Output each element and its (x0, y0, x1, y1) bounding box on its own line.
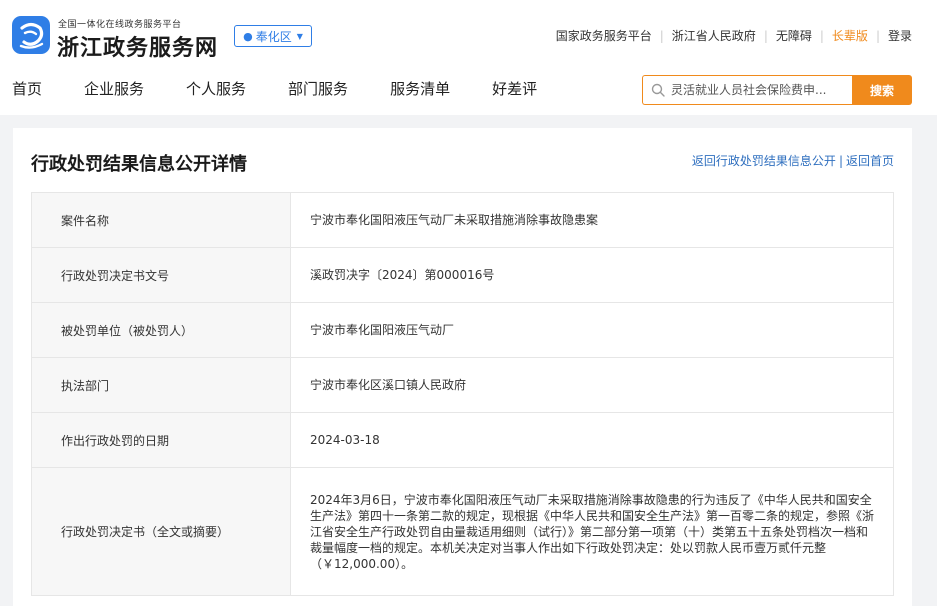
page-title: 行政处罚结果信息公开详情 (31, 154, 247, 175)
detail-card: 行政处罚结果信息公开详情 返回行政处罚结果信息公开 | 返回首页 案件名称 宁波市奉… (13, 128, 912, 606)
table-row: 被处罚单位（被处罚人） 宁波市奉化国阳液压气动厂 (31, 302, 894, 358)
return-home-link[interactable]: 返回首页 (846, 154, 894, 168)
zhejiang-logo-icon[interactable] (12, 16, 50, 54)
search-button[interactable]: 搜索 (852, 75, 912, 105)
field-label: 行政处罚决定书文号 (31, 247, 291, 303)
field-value: 溪政罚决字〔2024〕第000016号 (290, 247, 894, 303)
return-to-penalty-list-link[interactable]: 返回行政处罚结果信息公开 (692, 154, 836, 168)
caret-down-icon: ▼ (296, 31, 303, 41)
site-header: 全国一体化在线政务服务平台 浙江政务服务网 ● 奉化区 ▼ 国家政务服务平台 |… (0, 0, 937, 115)
link-separator: | (838, 154, 843, 168)
link-separator: | (763, 28, 768, 43)
field-label: 执法部门 (31, 357, 291, 413)
search-box (642, 75, 854, 105)
search-input[interactable] (671, 80, 849, 100)
search-icon (651, 83, 665, 97)
penalty-detail-table: 案件名称 宁波市奉化国阳液压气动厂未采取措施消除事故隐患案 行政处罚决定书文号 … (31, 192, 894, 596)
link-elder-mode[interactable]: 长辈版 (832, 27, 868, 44)
nav-service-list[interactable]: 服务清单 (390, 78, 450, 99)
logo-subtitle: 全国一体化在线政务服务平台 (58, 20, 182, 30)
field-label: 被处罚单位（被处罚人） (31, 302, 291, 358)
field-value: 宁波市奉化区溪口镇人民政府 (290, 357, 894, 413)
table-row: 行政处罚决定书文号 溪政罚决字〔2024〕第000016号 (31, 247, 894, 303)
main-nav: 首页 企业服务 个人服务 部门服务 服务清单 好差评 (0, 78, 537, 99)
link-accessibility[interactable]: 无障碍 (776, 27, 812, 44)
table-row: 执法部门 宁波市奉化区溪口镇人民政府 (31, 357, 894, 413)
link-national-platform[interactable]: 国家政务服务平台 (556, 27, 652, 44)
field-value: 宁波市奉化国阳液压气动厂未采取措施消除事故隐患案 (290, 192, 894, 248)
return-links: 返回行政处罚结果信息公开 | 返回首页 (692, 152, 894, 169)
nav-home[interactable]: 首页 (12, 78, 42, 99)
link-separator: | (819, 28, 824, 43)
table-row: 行政处罚决定书（全文或摘要） 2024年3月6日，宁波市奉化国阳液压气动厂未采取… (31, 467, 894, 596)
nav-feedback-rating[interactable]: 好差评 (492, 78, 537, 99)
field-value: 宁波市奉化国阳液压气动厂 (290, 302, 894, 358)
top-links: 国家政务服务平台 | 浙江省人民政府 | 无障碍 | 长辈版 | 登录 (556, 27, 912, 44)
link-login[interactable]: 登录 (888, 27, 912, 44)
field-label: 作出行政处罚的日期 (31, 412, 291, 468)
link-provincial-government[interactable]: 浙江省人民政府 (672, 27, 756, 44)
field-value: 2024-03-18 (290, 412, 894, 468)
field-label: 案件名称 (31, 192, 291, 248)
site-title[interactable]: 浙江政务服务网 (57, 30, 218, 62)
nav-personal-services[interactable]: 个人服务 (186, 78, 246, 99)
location-pin-icon: ● (243, 29, 253, 43)
link-separator: | (659, 28, 664, 43)
nav-enterprise-services[interactable]: 企业服务 (84, 78, 144, 99)
table-row: 案件名称 宁波市奉化国阳液压气动厂未采取措施消除事故隐患案 (31, 192, 894, 248)
table-row: 作出行政处罚的日期 2024-03-18 (31, 412, 894, 468)
field-value: 2024年3月6日，宁波市奉化国阳液压气动厂未采取措施消除事故隐患的行为违反了《… (290, 467, 894, 596)
region-selector[interactable]: ● 奉化区 ▼ (234, 25, 312, 47)
field-label: 行政处罚决定书（全文或摘要） (31, 467, 291, 596)
link-separator: | (875, 28, 880, 43)
nav-department-services[interactable]: 部门服务 (288, 78, 348, 99)
region-label: 奉化区 (255, 29, 292, 44)
